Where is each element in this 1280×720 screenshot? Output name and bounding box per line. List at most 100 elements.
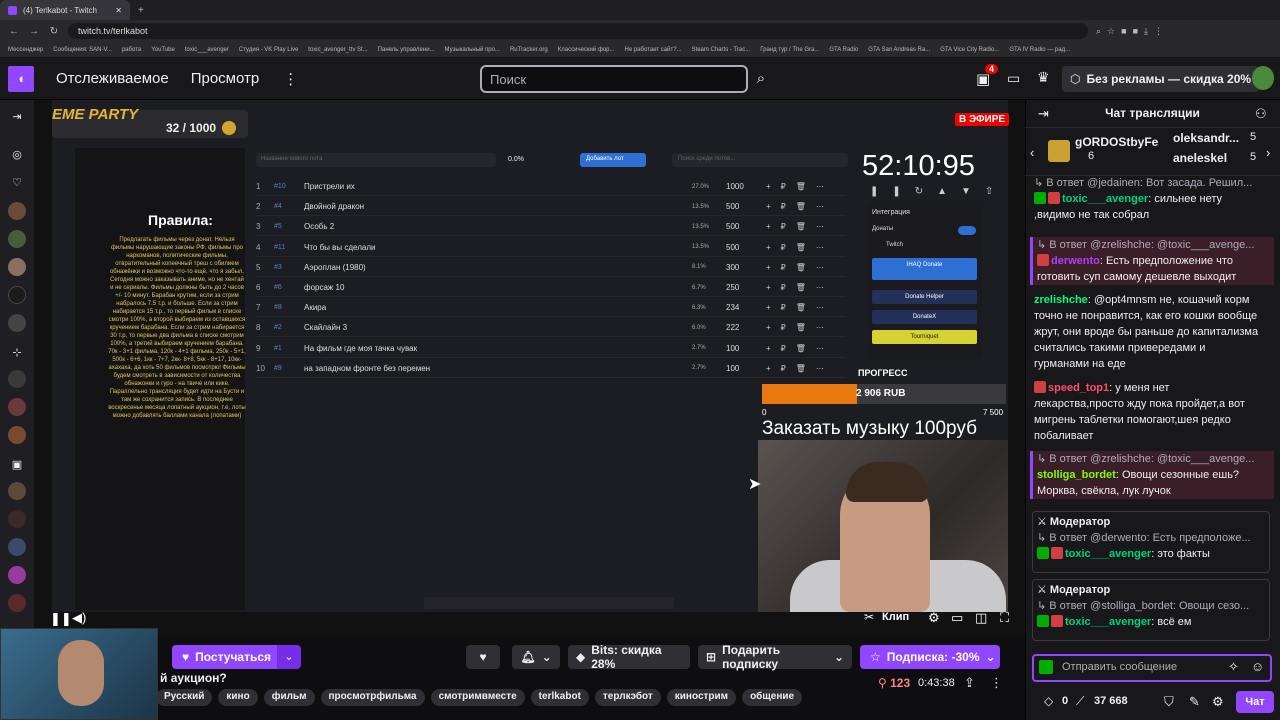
channel-avatar[interactable] [8,230,26,248]
bookmark-item[interactable]: Классический фор... [558,47,615,53]
bookmark-item[interactable]: GTA Radio [829,47,858,53]
heart-icon[interactable]: ♡ [8,174,26,192]
chat-username[interactable]: stolliga_bordet [1037,469,1116,481]
bookmark-item[interactable]: RuTracker.org [510,47,548,53]
search-input[interactable]: Поиск [480,65,748,93]
whispers-icon[interactable]: ▭ [1007,70,1020,87]
fullscreen-icon[interactable]: ⛶ [1000,610,1009,626]
notifications-button[interactable]: 🔔︎ ⌄ [512,645,560,669]
chat-username[interactable]: zrelishche [1034,294,1088,306]
reload-icon[interactable]: ↻ [48,26,60,37]
chat-username[interactable]: toxic___avenger [1062,193,1148,205]
tag[interactable]: просмотрфильма [320,689,425,706]
magic-icon[interactable]: ✧ [1228,659,1239,675]
bookmark-item[interactable]: toxic_avenger_ttv St... [308,47,367,53]
bookmark-item[interactable]: Панель управлени... [378,47,435,53]
url-field[interactable]: twitch.tv/terlkabot [68,23,1088,39]
heart-button[interactable]: ♥ [466,645,500,669]
channel-avatar[interactable] [8,286,26,304]
theatre-mode-icon[interactable]: ▭ [951,610,963,626]
bookmark-item[interactable]: Музыкальный про... [445,47,500,53]
channel-avatar[interactable] [8,370,26,388]
tag[interactable]: кино [218,689,258,706]
bookmark-item[interactable]: Сообщения: SAN-V... [53,47,112,53]
back-icon[interactable]: ← [8,26,20,37]
bookmark-item[interactable]: GTA IV Radio — рад... [1009,47,1070,53]
chat-username[interactable]: speed_top1 [1048,382,1109,394]
twitch-logo-icon[interactable]: ◖ [8,65,34,92]
next-icon[interactable]: › [1266,145,1270,160]
no-ads-button[interactable]: ⬡ Без рекламы — скидка 20% [1062,66,1260,92]
bookmark-item[interactable]: YouTube [151,47,175,53]
expand-sidebar-icon[interactable]: ⇥ [8,108,26,126]
nav-browse[interactable]: Просмотр [191,70,260,87]
bookmark-item[interactable]: GTA San Andreas Ra... [868,47,930,53]
gifter-name[interactable]: aneleskel [1173,151,1227,165]
bits-button[interactable]: ◆ Bits: скидка 28% [568,643,690,671]
menu-icon[interactable]: ⋮ [1154,26,1163,37]
bookmark-item[interactable]: работа [122,47,141,53]
gifter-name[interactable]: gORDOStbyFe [1075,135,1158,149]
channel-avatar[interactable] [8,482,26,500]
settings-icon[interactable]: ⚙ [928,610,940,626]
browser-tab[interactable]: (4) Terlkabot - Twitch ✕ [0,0,130,20]
emote-icon[interactable]: ☺ [1251,659,1264,674]
gear-icon[interactable]: ⚙ [1212,694,1224,710]
channel-avatar[interactable] [8,566,26,584]
prime-crown-icon[interactable]: ♛ [1037,69,1050,86]
tag[interactable]: фильм [263,689,315,706]
tag[interactable]: смотримвместе [430,689,525,706]
bookmark-item[interactable]: Steam Charts - Trac... [692,47,751,53]
bookmark-item[interactable]: Гранд тур / The Gra... [760,47,819,53]
bookmark-item[interactable]: Студия - VK Play Live [239,47,298,53]
channel-avatar[interactable] [8,202,26,220]
tag[interactable]: терлкэбот [594,689,661,706]
pen-icon[interactable]: ✎ [1189,694,1200,710]
channel-avatar[interactable] [8,426,26,444]
gift-sub-button[interactable]: ⊞ Подарить подписку ⌄ [698,643,852,671]
channel-avatar[interactable] [8,594,26,612]
bookmark-item[interactable]: Мессенджер [8,47,43,53]
tag[interactable]: общение [742,689,803,706]
search-icon[interactable]: ⌕ [748,65,774,93]
live-icon[interactable]: ◎ [8,146,26,164]
new-tab-icon[interactable]: + [138,5,144,16]
user-avatar[interactable] [1252,66,1274,90]
users-icon[interactable]: ⚇ [1255,106,1267,122]
tag[interactable]: кинострим [666,689,737,706]
add-friend-icon[interactable]: ⊹ [8,344,26,362]
forward-icon[interactable]: → [28,26,40,37]
channel-avatar[interactable] [8,258,26,276]
extension-icon[interactable]: ■ [1133,26,1138,37]
pause-icon[interactable]: ❚❚ [50,611,72,627]
chat-username[interactable]: toxic___avenger [1065,616,1151,628]
prev-icon[interactable]: ‹ [1030,145,1034,160]
gifter-name[interactable]: oleksandr... [1173,131,1239,145]
video-icon[interactable]: ▣ [8,456,26,474]
bookmark-item[interactable]: GTA Vice City Radio... [940,47,999,53]
tab-close-icon[interactable]: ✕ [115,6,122,15]
zoom-icon[interactable]: ⌕ [1096,26,1101,37]
download-icon[interactable]: ⤓ [1144,26,1148,37]
more-icon[interactable]: ⋮ [283,70,298,88]
tag[interactable]: terlkabot [530,689,589,706]
follow-dropdown-icon[interactable]: ⌄ [277,645,301,669]
extension-icon[interactable]: ■ [1121,26,1126,37]
channel-avatar[interactable] [8,314,26,332]
clip-icon[interactable]: ✂ [864,610,874,624]
channel-avatar[interactable] [8,538,26,556]
nav-following[interactable]: Отслеживаемое [56,70,169,87]
chat-username[interactable]: derwento [1051,255,1100,267]
bookmark-item[interactable]: toxic___avenger [185,47,229,53]
subscribe-button[interactable]: ☆ Подписка: -30% ⌄ [860,645,1000,669]
tag[interactable]: Русский [156,689,213,706]
sidebar-toggle-icon[interactable]: ◫ [975,610,987,626]
channel-points-icon[interactable]: ◇ [1044,694,1053,708]
clip-button[interactable]: Клип [882,611,909,623]
bookmark-star-icon[interactable]: ☆ [1107,26,1115,37]
chat-send-button[interactable]: Чат [1236,691,1274,713]
more-options-icon[interactable]: ⋮ [990,675,1003,691]
channel-avatar[interactable] [8,398,26,416]
chat-username[interactable]: toxic___avenger [1065,548,1151,560]
bookmark-item[interactable]: Не работает сайт?... [625,47,682,53]
